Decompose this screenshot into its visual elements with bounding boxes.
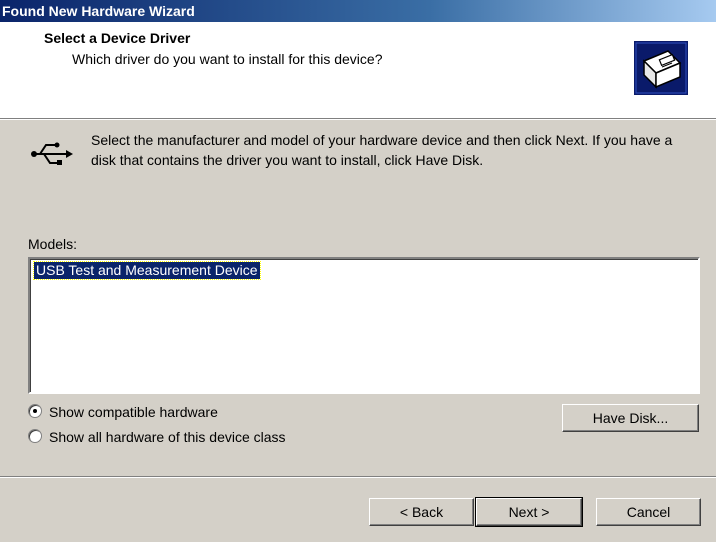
models-listbox[interactable]: USB Test and Measurement Device [28, 257, 700, 394]
header-divider [0, 119, 716, 120]
show-all-label: Show all hardware of this device class [49, 429, 286, 445]
show-compatible-radio[interactable] [28, 404, 42, 418]
models-label: Models: [28, 236, 78, 252]
show-all-radio[interactable] [28, 429, 42, 443]
model-list-item[interactable]: USB Test and Measurement Device [33, 261, 261, 280]
instructions-text: Select the manufacturer and model of you… [91, 132, 673, 168]
cancel-button[interactable]: Cancel [596, 498, 701, 526]
show-compatible-label: Show compatible hardware [49, 404, 218, 420]
footer-divider [0, 476, 716, 478]
page-subtitle: Which driver do you want to install for … [72, 51, 383, 67]
wizard-window: Found New Hardware Wizard Select a Devic… [0, 0, 716, 542]
next-button[interactable]: Next > [475, 497, 583, 527]
title-bar[interactable]: Found New Hardware Wizard [0, 0, 716, 22]
back-button[interactable]: < Back [369, 498, 474, 526]
hardware-box-icon [634, 41, 688, 95]
usb-icon [31, 142, 73, 165]
show-all-option[interactable]: Show all hardware of this device class [28, 428, 286, 446]
have-disk-button[interactable]: Have Disk... [562, 404, 699, 432]
page-title: Select a Device Driver [44, 30, 191, 46]
show-compatible-option[interactable]: Show compatible hardware [28, 403, 218, 421]
